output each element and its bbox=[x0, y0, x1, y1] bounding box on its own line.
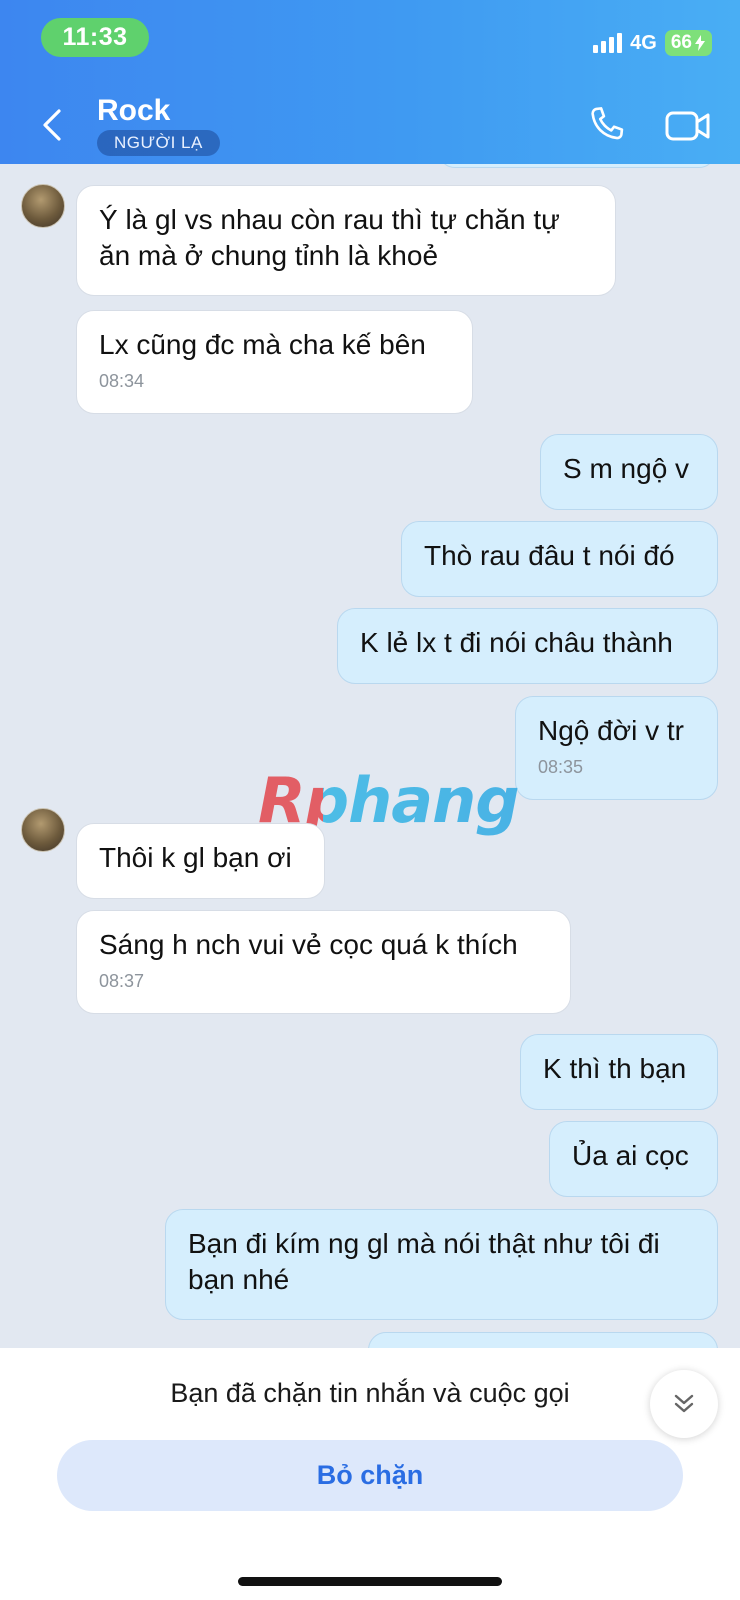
message-text: Thò rau đâu t nói đó bbox=[424, 540, 675, 571]
unblock-button[interactable]: Bỏ chặn bbox=[57, 1440, 683, 1511]
message-bubble[interactable]: Ngộ đời v tr 08:35 bbox=[515, 696, 718, 800]
chat-header: 11:33 4G 66 Rock NGƯỜI LẠ bbox=[0, 0, 740, 164]
message-text: Ý là gl vs nhau còn rau thì tự chăn tự ă… bbox=[99, 204, 560, 271]
back-button[interactable] bbox=[34, 102, 70, 148]
message-bubble[interactable]: Thò rau đâu t nói đó bbox=[401, 521, 718, 597]
contact-avatar[interactable] bbox=[21, 184, 65, 228]
message-bubble-partial[interactable] bbox=[438, 164, 716, 168]
contact-avatar[interactable] bbox=[21, 808, 65, 852]
message-bubble[interactable]: S m ngộ v bbox=[540, 434, 718, 510]
message-time: 08:34 bbox=[99, 371, 145, 391]
message-bubble[interactable]: K thì th bạn bbox=[520, 1034, 718, 1110]
video-call-button[interactable] bbox=[664, 106, 712, 146]
message-bubble[interactable]: Sáng h nch vui vẻ cọc quá k thích 08:37 bbox=[76, 910, 571, 1014]
phone-icon bbox=[591, 107, 624, 140]
message-bubble-partial[interactable] bbox=[368, 1332, 718, 1348]
video-camera-icon bbox=[665, 111, 710, 141]
message-bubble[interactable]: Bạn đi kím ng gl mà nói thật như tôi đi … bbox=[165, 1209, 718, 1320]
message-text: Bạn đi kím ng gl mà nói thật như tôi đi … bbox=[188, 1228, 660, 1295]
message-text: K thì th bạn bbox=[543, 1053, 687, 1084]
contact-name: Rock bbox=[97, 94, 171, 127]
message-time: 08:35 bbox=[538, 757, 584, 777]
blocked-notice: Bạn đã chặn tin nhắn và cuộc gọi bbox=[170, 1378, 570, 1408]
message-time: 08:37 bbox=[99, 971, 145, 991]
battery-icon: 66 bbox=[664, 30, 712, 56]
signal-icon bbox=[593, 33, 623, 53]
message-text: S m ngộ v bbox=[563, 453, 690, 484]
message-bubble[interactable]: Lx cũng đc mà cha kế bên 08:34 bbox=[76, 310, 473, 414]
scroll-to-bottom-button[interactable] bbox=[650, 1370, 718, 1438]
status-indicators: 4G 66 bbox=[593, 28, 712, 58]
charging-bolt-icon bbox=[695, 35, 705, 51]
stranger-badge: NGƯỜI LẠ bbox=[97, 130, 220, 156]
message-text: K lẻ lx t đi nói châu thành bbox=[360, 627, 673, 658]
message-text: Sáng h nch vui vẻ cọc quá k thích bbox=[99, 929, 518, 960]
message-bubble[interactable]: Ủa ai cọc bbox=[549, 1121, 718, 1197]
message-text: Ngộ đời v tr bbox=[538, 715, 684, 746]
status-time: 11:33 bbox=[41, 18, 149, 57]
contact-title[interactable]: Rock NGƯỜI LẠ bbox=[97, 94, 220, 156]
message-text: Lx cũng đc mà cha kế bên bbox=[99, 329, 426, 360]
network-type: 4G bbox=[630, 31, 657, 54]
blocked-panel: Bạn đã chặn tin nhắn và cuộc gọi Bỏ chặn bbox=[0, 1348, 740, 1600]
message-bubble[interactable]: Thôi k gl bạn ơi bbox=[76, 823, 325, 899]
message-text: Ủa ai cọc bbox=[572, 1140, 689, 1171]
chevron-left-icon bbox=[43, 109, 61, 141]
double-chevron-down-icon bbox=[674, 1394, 694, 1413]
chat-area[interactable]: Ý là gl vs nhau còn rau thì tự chăn tự ă… bbox=[0, 164, 740, 1348]
message-bubble[interactable]: Ý là gl vs nhau còn rau thì tự chăn tự ă… bbox=[76, 185, 616, 296]
battery-level: 66 bbox=[670, 32, 692, 53]
message-bubble[interactable]: K lẻ lx t đi nói châu thành bbox=[337, 608, 718, 684]
voice-call-button[interactable] bbox=[585, 104, 627, 146]
home-indicator[interactable] bbox=[238, 1577, 502, 1586]
message-text: Thôi k gl bạn ơi bbox=[99, 842, 292, 873]
